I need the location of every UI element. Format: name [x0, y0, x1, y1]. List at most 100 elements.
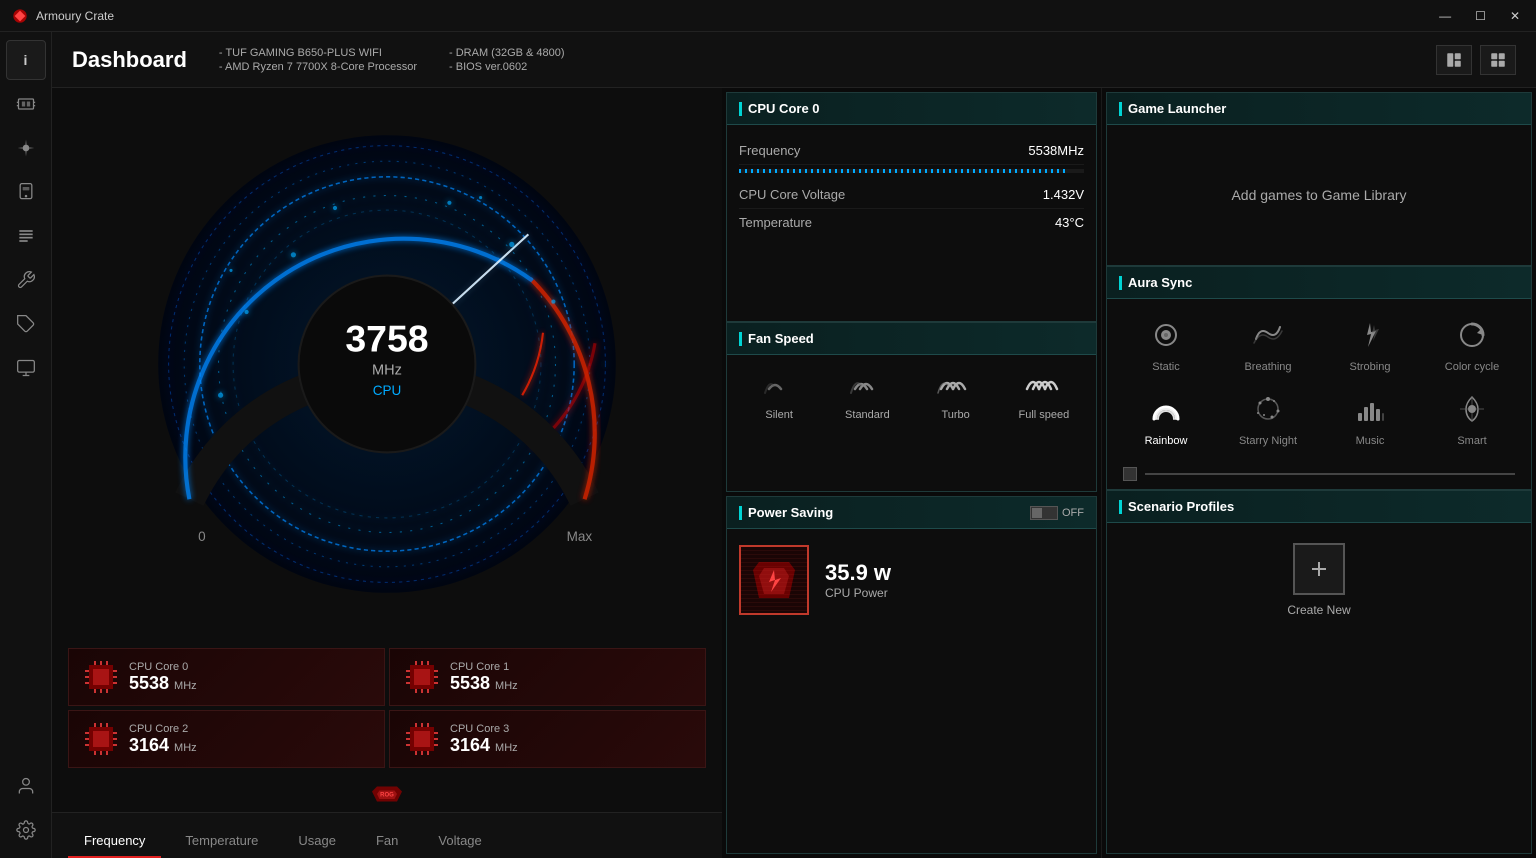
create-new-button[interactable]	[1293, 543, 1345, 595]
cpu-chip-icon-2	[83, 721, 119, 757]
power-watt-value: 35.9 w	[825, 560, 891, 586]
aura-static-icon	[1146, 315, 1186, 355]
aura-mode-starrynight[interactable]: Starry Night	[1221, 385, 1315, 451]
spec-bios: - BIOS ver.0602	[449, 61, 565, 73]
sidebar-item-tag[interactable]	[6, 304, 46, 344]
aura-mode-music[interactable]: Music	[1323, 385, 1417, 451]
aura-mode-breathing[interactable]: Breathing	[1221, 311, 1315, 377]
tab-voltage[interactable]: Voltage	[422, 825, 497, 858]
sidebar-item-info[interactable]: i	[6, 40, 46, 80]
tab-temperature[interactable]: Temperature	[169, 825, 274, 858]
frequency-bar	[739, 169, 1067, 173]
sidebar-item-device[interactable]	[6, 172, 46, 212]
view-toggle-1[interactable]	[1436, 45, 1472, 75]
aura-rainbow-label: Rainbow	[1145, 435, 1188, 447]
cpu-card-0-info: CPU Core 0 5538 MHz	[129, 661, 197, 694]
scenario-profiles-widget: Scenario Profiles Create New	[1106, 490, 1532, 854]
svg-text:CPU: CPU	[373, 383, 402, 398]
sidebar-item-hardware[interactable]	[6, 84, 46, 124]
right-panel: CPU Core 0 Frequency 5538MHz CPU C	[722, 88, 1536, 858]
maximize-button[interactable]: ☐	[1471, 9, 1490, 23]
tab-usage[interactable]: Usage	[282, 825, 352, 858]
power-saving-body: 35.9 w CPU Power	[727, 529, 1096, 631]
minimize-button[interactable]: —	[1435, 9, 1455, 23]
sidebar-item-settings[interactable]	[6, 810, 46, 850]
aura-sync-header: Aura Sync	[1107, 267, 1531, 299]
plus-icon	[1307, 557, 1331, 581]
fan-turbo-icon	[936, 367, 976, 403]
frequency-bar-container	[739, 169, 1084, 173]
layout-icon-2	[1489, 51, 1507, 69]
stat-voltage-row: CPU Core Voltage 1.432V	[739, 181, 1084, 209]
power-values: 35.9 w CPU Power	[825, 560, 891, 600]
tab-frequency-label: Frequency	[84, 833, 145, 848]
aura-mode-static[interactable]: Static	[1119, 311, 1213, 377]
gauge-container: 3758 MHz CPU 0 Max	[52, 88, 722, 640]
sidebar-item-display[interactable]	[6, 348, 46, 388]
aura-mode-rainbow[interactable]: Rainbow	[1119, 385, 1213, 451]
specs-col-1: - TUF GAMING B650-PLUS WIFI - AMD Ryzen …	[219, 47, 417, 73]
device-icon	[16, 182, 36, 202]
cpu-card-2-label: CPU Core 2	[129, 723, 197, 735]
sidebar-item-aura[interactable]	[6, 128, 46, 168]
cpu-card-2-value: 3164	[129, 735, 174, 755]
view-toggle-2[interactable]	[1480, 45, 1516, 75]
aura-mode-smart[interactable]: Smart	[1425, 385, 1519, 451]
brightness-slider[interactable]	[1145, 473, 1515, 475]
create-new-label: Create New	[1287, 603, 1350, 617]
power-icon-container	[739, 545, 809, 615]
svg-text:MHz: MHz	[372, 362, 402, 378]
cpu-chip-icon-3	[404, 721, 440, 757]
fan-mode-silent[interactable]: Silent	[739, 367, 819, 421]
fan-turbo-label: Turbo	[941, 409, 969, 421]
tab-usage-label: Usage	[298, 833, 336, 848]
toggle-label: OFF	[1062, 507, 1084, 519]
display-icon	[16, 358, 36, 378]
scenario-profiles-body: Create New	[1107, 523, 1531, 637]
sidebar-item-user[interactable]	[6, 766, 46, 806]
tab-frequency[interactable]: Frequency	[68, 825, 161, 858]
fan-mode-fullspeed[interactable]: Full speed	[1004, 367, 1084, 421]
game-launcher-title: Game Launcher	[1119, 101, 1226, 116]
game-launcher-body: Add games to Game Library	[1107, 125, 1531, 265]
toggle-box[interactable]	[1030, 506, 1058, 520]
fan-silent-label: Silent	[765, 409, 793, 421]
cpu-card-3-unit: MHz	[495, 742, 518, 754]
content-area: Dashboard - TUF GAMING B650-PLUS WIFI - …	[52, 32, 1536, 858]
svg-text:ROG: ROG	[380, 793, 394, 799]
aura-mode-strobing[interactable]: Strobing	[1323, 311, 1417, 377]
cpu-card-3-label: CPU Core 3	[450, 723, 518, 735]
aura-mode-colorcycle[interactable]: Color cycle	[1425, 311, 1519, 377]
cpu-card-2: CPU Core 2 3164 MHz	[68, 710, 385, 768]
title-bar-left: Armoury Crate	[12, 8, 114, 24]
tools-icon	[16, 226, 36, 246]
fan-speeds-grid: Silent Standard	[727, 355, 1096, 433]
cpu-chip-icon-1	[404, 659, 440, 695]
cpu-core0-header: CPU Core 0	[727, 93, 1096, 125]
svg-text:3758: 3758	[345, 318, 428, 360]
aura-breathing-label: Breathing	[1244, 361, 1291, 373]
cpu-core0-widget: CPU Core 0 Frequency 5538MHz CPU C	[726, 92, 1097, 322]
stat-frequency-row: Frequency 5538MHz	[739, 137, 1084, 165]
cpu-card-3-info: CPU Core 3 3164 MHz	[450, 723, 518, 756]
aura-smart-label: Smart	[1457, 435, 1486, 447]
fan-mode-standard[interactable]: Standard	[827, 367, 907, 421]
sidebar-item-wrench[interactable]	[6, 260, 46, 300]
cpu-card-0-unit: MHz	[174, 680, 197, 692]
fan-speed-title: Fan Speed	[739, 331, 814, 346]
header-specs: - TUF GAMING B650-PLUS WIFI - AMD Ryzen …	[219, 47, 565, 73]
aura-brightness-control	[1107, 463, 1531, 489]
cpu-card-3-value-row: 3164 MHz	[450, 735, 518, 756]
cpu-chip-icon-0	[83, 659, 119, 695]
stat-frequency-label: Frequency	[739, 143, 800, 158]
fan-speed-widget: Fan Speed Silent	[726, 322, 1097, 492]
app-logo	[12, 8, 28, 24]
power-saving-toggle[interactable]: OFF	[1030, 506, 1084, 520]
tab-fan[interactable]: Fan	[360, 825, 414, 858]
rog-power-icon	[749, 558, 799, 602]
sidebar-item-tools[interactable]	[6, 216, 46, 256]
fan-mode-turbo[interactable]: Turbo	[916, 367, 996, 421]
close-button[interactable]: ✕	[1506, 9, 1524, 23]
stat-temp-row: Temperature 43°C	[739, 209, 1084, 236]
title-bar-controls: — ☐ ✕	[1435, 9, 1524, 23]
